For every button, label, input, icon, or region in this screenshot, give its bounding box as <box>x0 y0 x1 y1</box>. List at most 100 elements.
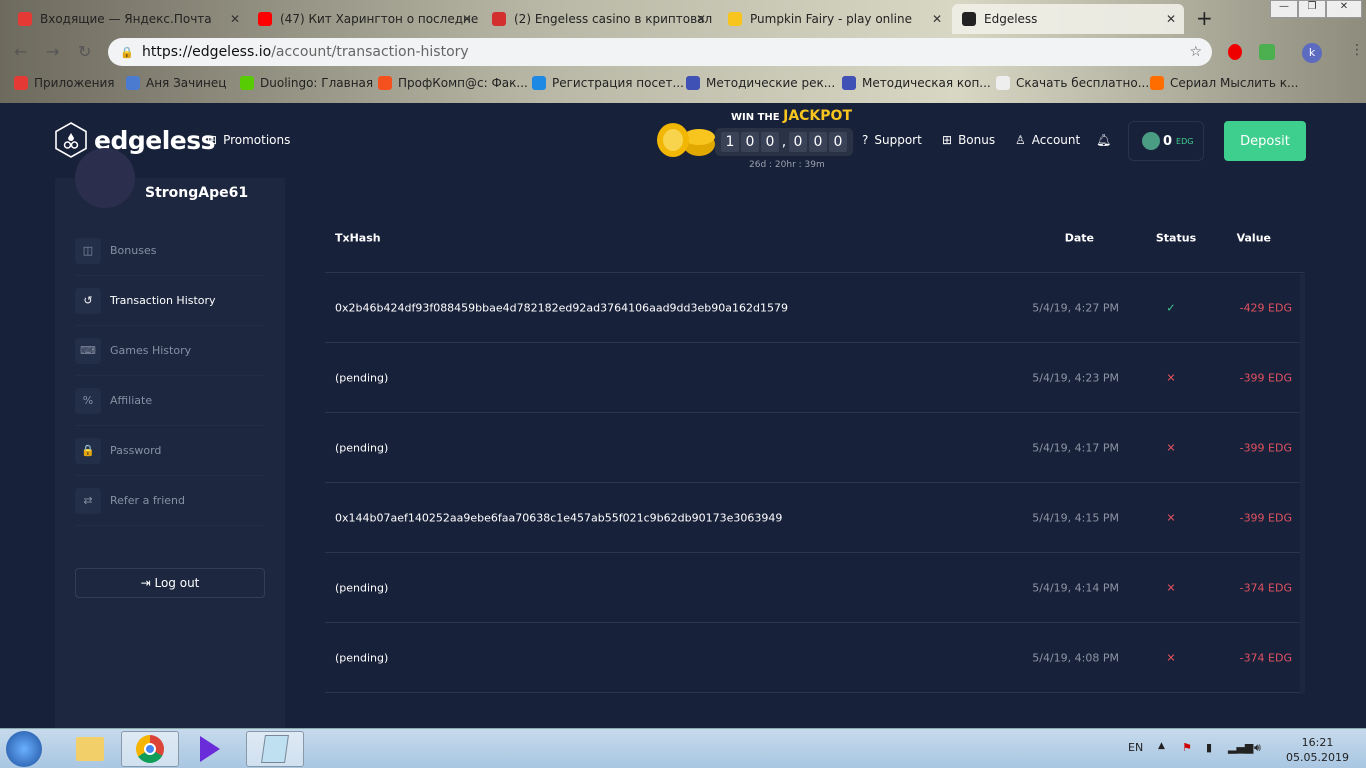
user-icon: ♙ <box>1015 133 1026 147</box>
promotions-link[interactable]: ⊞ Promotions <box>207 133 290 147</box>
deposit-button[interactable]: Deposit <box>1224 121 1306 161</box>
tx-hash[interactable]: 0x2b46b424df93f088459bbae4d782182ed92ad3… <box>335 301 788 314</box>
sidebar-item-password[interactable]: 🔒 Password <box>75 426 265 476</box>
account-link[interactable]: ♙ Account <box>1015 133 1080 147</box>
clock[interactable]: 16:21 05.05.2019 <box>1286 735 1349 765</box>
sidebar-item-affiliate[interactable]: % Affiliate <box>75 376 265 426</box>
clock-time: 16:21 <box>1301 736 1334 749</box>
extension-icon[interactable] <box>1259 44 1275 60</box>
sidebar-item-games-history[interactable]: ⌨ Games History <box>75 326 265 376</box>
bookmark-favicon-icon <box>378 76 392 90</box>
bookmark-item[interactable]: ПрофКомп@с: Фак... <box>378 76 528 90</box>
new-tab-button[interactable]: + <box>1196 6 1213 30</box>
flag-icon[interactable]: ⚑ <box>1182 741 1192 754</box>
jackpot-label: JACKPOT <box>783 108 852 124</box>
menu-icon[interactable]: ⋮ <box>1350 42 1364 58</box>
gold-coins-icon <box>657 123 715 157</box>
sidebar-item-label: Refer a friend <box>110 494 185 507</box>
bookmark-item[interactable]: Методическая коп... <box>842 76 991 90</box>
power-icon[interactable]: ▮ <box>1206 741 1212 754</box>
sidebar-item-label: Transaction History <box>110 294 216 307</box>
bookmark-item[interactable]: Методические рек... <box>686 76 835 90</box>
bookmark-favicon-icon <box>686 76 700 90</box>
chrome-taskbar-icon[interactable] <box>121 731 179 767</box>
tab-favicon-icon <box>258 12 272 26</box>
language-indicator[interactable]: EN <box>1128 741 1143 754</box>
tab-title: Входящие — Яндекс.Почта <box>40 12 212 26</box>
bookmark-star-icon[interactable]: ☆ <box>1189 44 1202 60</box>
bonus-link[interactable]: ⊞ Bonus <box>942 133 995 147</box>
close-tab-icon[interactable]: ✕ <box>462 12 472 26</box>
bookmark-item[interactable]: Аня Зачинец <box>126 76 226 90</box>
tx-value: -374 EDG <box>1239 581 1292 594</box>
close-tab-icon[interactable]: ✕ <box>932 12 942 26</box>
show-hidden-icons[interactable]: ▲ <box>1158 741 1165 751</box>
browser-tab[interactable]: (2) Engeless casino в криптовал ✕ <box>482 4 714 34</box>
close-tab-icon[interactable]: ✕ <box>1166 12 1176 26</box>
username: StrongApe61 <box>145 185 249 201</box>
reload-button[interactable]: ↻ <box>78 42 91 61</box>
notifications-bell-icon[interactable]: 🔔︎ <box>1096 133 1111 147</box>
jackpot-digit: 0 <box>829 132 847 152</box>
tab-favicon-icon <box>962 12 976 26</box>
table-row: (pending) 5/4/19, 4:17 PM ✕ -399 EDG <box>325 413 1305 483</box>
bookmark-favicon-icon <box>842 76 856 90</box>
notepad-taskbar-icon[interactable] <box>246 731 304 767</box>
opera-extension-icon[interactable] <box>1228 44 1242 60</box>
lock-icon: 🔒 <box>120 45 134 59</box>
account-label: Account <box>1031 133 1081 147</box>
forward-button[interactable]: → <box>46 42 59 61</box>
jackpot-digit: 0 <box>741 132 759 152</box>
support-link[interactable]: ? Support <box>862 133 922 147</box>
table-scrollbar[interactable] <box>1300 274 1305 694</box>
bookmark-label: Регистрация посет... <box>552 76 684 90</box>
browser-tab[interactable]: (47) Кит Харингтон о последне ✕ <box>248 4 480 34</box>
bookmark-label: Методическая коп... <box>862 76 991 90</box>
tab-title: Pumpkin Fairy - play online <box>750 12 912 26</box>
bookmark-label: Сериал Мыслить к... <box>1170 76 1299 90</box>
windows-taskbar: EN ▲ ⚑ ▮ ▂▄▆ 🔊︎ 16:21 05.05.2019 <box>0 728 1366 768</box>
browser-tab[interactable]: Pumpkin Fairy - play online ✕ <box>718 4 950 34</box>
tx-hash[interactable]: 0x144b07aef140252aa9ebe6faa70638c1e457ab… <box>335 511 782 524</box>
jackpot-digit: 0 <box>789 132 807 152</box>
maximize-button[interactable]: ❐ <box>1298 0 1326 18</box>
bookmark-item[interactable]: Приложения <box>14 76 115 90</box>
jackpot-timer: 26d : 20hr : 39m <box>749 160 825 170</box>
tab-favicon-icon <box>728 12 742 26</box>
browser-tab[interactable]: Входящие — Яндекс.Почта ✕ <box>8 4 248 34</box>
tx-hash: (pending) <box>335 441 389 454</box>
close-tab-icon[interactable]: ✕ <box>696 12 706 26</box>
network-icon[interactable]: ▂▄▆ <box>1228 741 1253 754</box>
bookmark-favicon-icon <box>996 76 1010 90</box>
bookmark-favicon-icon <box>126 76 140 90</box>
account-sidebar: StrongApe61 ◫ Bonuses ↺ Transaction History… <box>55 148 285 728</box>
avatar <box>75 148 135 208</box>
sidebar-item-bonuses[interactable]: ◫ Bonuses <box>75 226 265 276</box>
address-bar[interactable]: 🔒 https://edgeless.io/account/transactio… <box>108 38 1212 66</box>
clock-date: 05.05.2019 <box>1286 751 1349 764</box>
bookmark-item[interactable]: Duolingo: Главная <box>240 76 373 90</box>
sidebar-item-refer-a-friend[interactable]: ⇄ Refer a friend <box>75 476 265 526</box>
volume-icon[interactable]: 🔊︎ <box>1254 741 1261 755</box>
tab-favicon-icon <box>492 12 506 26</box>
jackpot-digit: 0 <box>809 132 827 152</box>
minimize-button[interactable]: — <box>1270 0 1298 18</box>
bookmark-item[interactable]: Регистрация посет... <box>532 76 684 90</box>
sidebar-item-transaction-history[interactable]: ↺ Transaction History <box>75 276 265 326</box>
explorer-taskbar-icon[interactable] <box>61 731 119 767</box>
transaction-history-icon: ↺ <box>75 287 101 314</box>
wallet-balance[interactable]: 0 EDG <box>1128 121 1204 161</box>
logout-button[interactable]: ⇥ Log out <box>75 568 265 598</box>
password-icon: 🔒 <box>75 437 101 464</box>
bookmark-item[interactable]: Скачать бесплатно... <box>996 76 1149 90</box>
start-button[interactable] <box>6 731 42 767</box>
edgeless-logo[interactable]: edgeless <box>54 122 216 158</box>
profile-avatar[interactable]: k <box>1302 43 1322 63</box>
back-button[interactable]: ← <box>14 42 27 61</box>
close-window-button[interactable]: ✕ <box>1326 0 1362 18</box>
close-tab-icon[interactable]: ✕ <box>230 12 240 26</box>
bookmark-item[interactable]: Сериал Мыслить к... <box>1150 76 1298 90</box>
browser-tab[interactable]: Edgeless ✕ <box>952 4 1184 34</box>
tx-date: 5/4/19, 4:23 PM <box>1032 371 1119 384</box>
app-taskbar-icon[interactable] <box>181 731 239 767</box>
